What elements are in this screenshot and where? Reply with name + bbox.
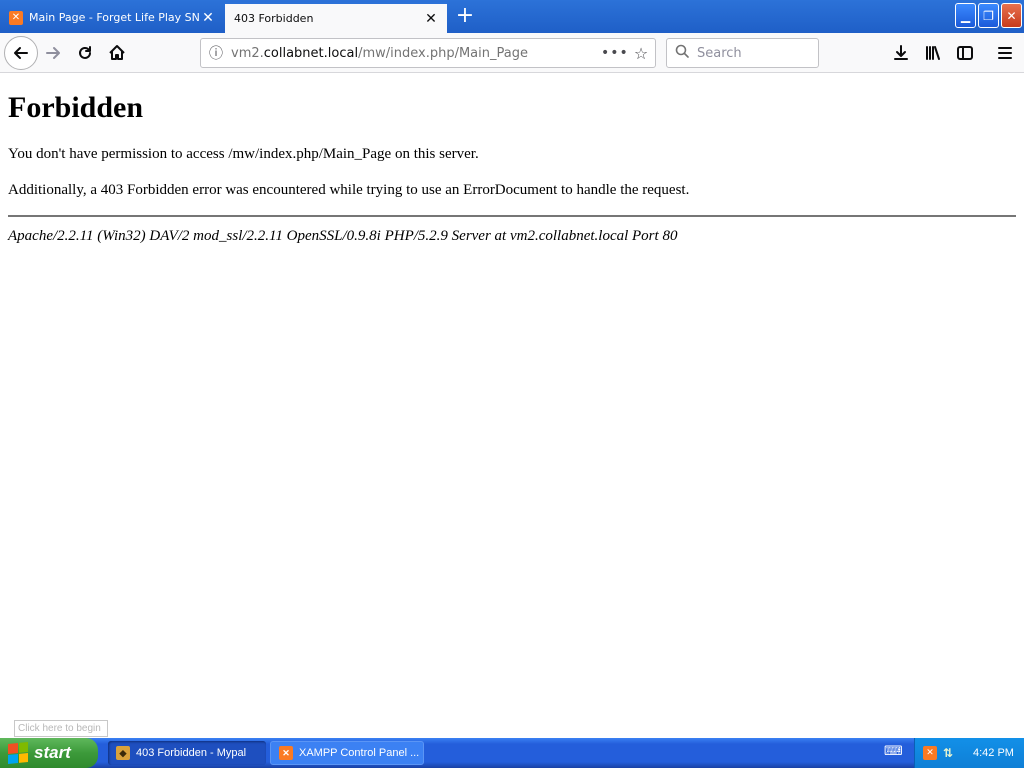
taskbar-item-label: XAMPP Control Panel ... — [299, 747, 420, 759]
library-icon — [926, 46, 940, 60]
new-tab-icon[interactable]: + — [452, 5, 478, 29]
tab-label: 403 Forbidden — [234, 12, 314, 25]
nav-toolbar: ⓘ vm2.collabnet.local/mw/index.php/Main_… — [0, 33, 1024, 73]
back-arrow-icon — [14, 47, 28, 59]
url-text[interactable]: vm2.collabnet.local/mw/index.php/Main_Pa… — [231, 46, 601, 61]
url-bar[interactable]: ⓘ vm2.collabnet.local/mw/index.php/Main_… — [200, 38, 656, 68]
sidebar-icon — [957, 46, 973, 60]
forward-button[interactable] — [38, 37, 68, 69]
search-icon — [667, 44, 697, 62]
download-icon — [894, 45, 908, 60]
hamburger-menu-icon — [998, 47, 1012, 59]
downloads-button[interactable] — [886, 37, 916, 69]
network-tray-icon[interactable]: ⇅ — [941, 746, 955, 760]
page-heading: Forbidden — [8, 91, 144, 124]
title-bar: ✕ Main Page - Forget Life Play SNOO ✕ 40… — [0, 0, 1024, 33]
start-tooltip: Click here to begin — [14, 720, 108, 737]
restore-button[interactable]: ❐ — [978, 3, 999, 28]
reload-button[interactable] — [70, 37, 100, 69]
close-window-button[interactable]: ✕ — [1001, 3, 1022, 28]
xampp-icon: ✕ — [279, 746, 293, 760]
taskbar-item-label: 403 Forbidden - Mypal — [136, 747, 247, 759]
xampp-icon: ✕ — [9, 10, 23, 25]
site-info-icon[interactable]: ⓘ — [201, 43, 231, 63]
back-button[interactable] — [4, 36, 38, 70]
close-tab-icon[interactable]: ✕ — [423, 11, 439, 27]
url-path: /mw/index.php/Main_Page — [358, 45, 528, 61]
keyboard-icon[interactable]: ⌨ — [884, 745, 903, 759]
menu-button[interactable] — [990, 37, 1020, 69]
url-prefix: vm2. — [231, 45, 264, 61]
mypal-icon: ◆ — [116, 746, 130, 760]
server-signature: Apache/2.2.11 (Win32) DAV/2 mod_ssl/2.2.… — [8, 228, 678, 244]
taskbar-item-xampp[interactable]: ✕ XAMPP Control Panel ... — [270, 741, 424, 765]
url-domain: collabnet.local — [263, 45, 359, 61]
reload-icon — [79, 46, 91, 59]
close-tab-icon[interactable]: ✕ — [200, 10, 216, 26]
taskbar: start ◆ 403 Forbidden - Mypal ✕ XAMPP Co… — [0, 738, 1024, 768]
tab-403-forbidden[interactable]: 403 Forbidden ✕ — [225, 2, 447, 33]
system-tray: ✕ ⇅ 4:42 PM — [914, 738, 1024, 768]
error-message: You don't have permission to access /mw/… — [8, 146, 479, 162]
tab-label: Main Page - Forget Life Play SNOO — [29, 11, 200, 24]
search-input[interactable] — [697, 45, 815, 61]
home-icon — [109, 45, 125, 60]
divider — [8, 215, 1016, 217]
minimize-button[interactable]: ▁ — [955, 3, 976, 28]
forward-arrow-icon — [46, 47, 60, 59]
taskbar-item-mypal[interactable]: ◆ 403 Forbidden - Mypal — [108, 741, 266, 765]
bookmark-star-icon[interactable]: ☆ — [627, 44, 655, 63]
search-bar[interactable] — [666, 38, 819, 68]
clock[interactable]: 4:42 PM — [973, 747, 1014, 759]
library-button[interactable] — [918, 37, 948, 69]
start-label: start — [34, 743, 71, 762]
xampp-tray-icon[interactable]: ✕ — [923, 746, 937, 760]
page-actions-icon[interactable]: ••• — [601, 45, 628, 61]
error-document-message: Additionally, a 403 Forbidden error was … — [8, 182, 690, 198]
windows-logo-icon — [8, 741, 28, 765]
page-content: Forbidden You don't have permission to a… — [0, 74, 1024, 738]
tab-main-page[interactable]: ✕ Main Page - Forget Life Play SNOO ✕ — [0, 2, 224, 33]
home-button[interactable] — [102, 37, 132, 69]
start-button[interactable]: start — [0, 738, 98, 768]
sidebar-button[interactable] — [950, 37, 980, 69]
